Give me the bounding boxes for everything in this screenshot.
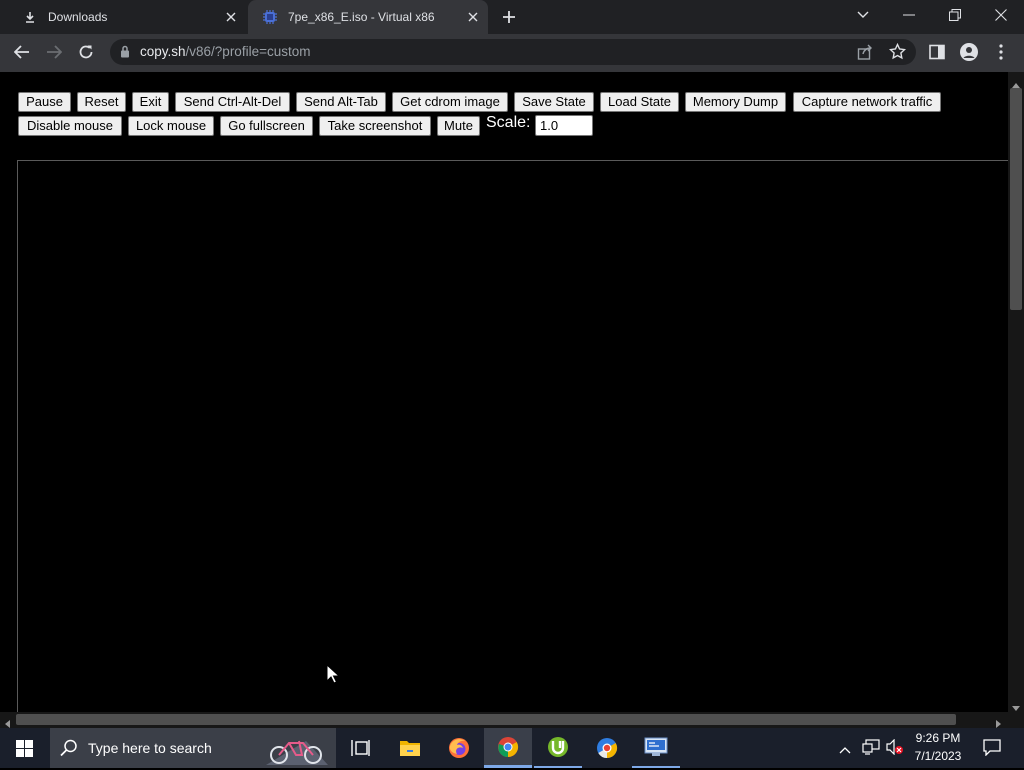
taskbar-chromium-browser[interactable] — [583, 728, 631, 768]
scale-label: Scale: — [486, 114, 531, 131]
notifications-icon[interactable] — [983, 739, 1001, 761]
tab-downloads[interactable]: Downloads — [8, 0, 246, 34]
reset-button[interactable]: Reset — [77, 92, 126, 112]
taskbar-chrome[interactable] — [484, 728, 532, 768]
close-icon — [995, 9, 1007, 21]
start-button[interactable] — [0, 728, 48, 768]
bicycle-search-highlight-icon — [266, 731, 328, 770]
reload-icon — [79, 45, 93, 59]
load-state-button[interactable]: Load State — [600, 92, 679, 112]
profile-avatar-icon[interactable] — [960, 43, 978, 66]
file-explorer-icon — [400, 741, 420, 756]
taskbar-remote-desktop[interactable] — [632, 728, 680, 768]
clock-date[interactable]: 7/1/2023 — [902, 749, 974, 763]
exit-button[interactable]: Exit — [132, 92, 169, 112]
windows-logo-icon — [15, 739, 33, 757]
send-alt-tab-button[interactable]: Send Alt-Tab — [296, 92, 386, 112]
chrome-icon — [498, 736, 519, 757]
emulator-screen[interactable] — [17, 160, 1008, 712]
restore-icon — [949, 9, 961, 21]
plus-icon — [503, 11, 515, 23]
send-ctrl-alt-del-button[interactable]: Send Ctrl-Alt-Del — [175, 92, 290, 112]
search-icon — [60, 739, 78, 762]
back-button[interactable] — [8, 38, 36, 66]
close-tab-icon[interactable] — [464, 8, 482, 26]
capture-network-traffic-button[interactable]: Capture network traffic — [793, 92, 941, 112]
vertical-scroll-thumb[interactable] — [1010, 88, 1022, 310]
clock-time[interactable]: 9:26 PM — [902, 731, 974, 745]
lock-icon[interactable] — [120, 45, 130, 63]
network-icon[interactable] — [862, 739, 880, 760]
side-panel-icon[interactable] — [929, 44, 945, 65]
memory-dump-button[interactable]: Memory Dump — [685, 92, 786, 112]
scroll-up-arrow-icon[interactable] — [1012, 75, 1020, 93]
go-fullscreen-button[interactable]: Go fullscreen — [220, 116, 313, 136]
taskbar-utorrent[interactable] — [534, 728, 582, 768]
close-tab-icon[interactable] — [222, 8, 240, 26]
download-icon — [22, 9, 38, 25]
forward-button[interactable] — [40, 38, 68, 66]
get-cdrom-image-button[interactable]: Get cdrom image — [392, 92, 508, 112]
taskbar-file-explorer[interactable] — [386, 728, 434, 768]
firefox-icon — [449, 738, 469, 758]
utorrent-icon — [548, 737, 568, 757]
search-placeholder: Type here to search — [88, 740, 212, 756]
url-path: /v86/?profile=custom — [185, 44, 311, 59]
v86-favicon — [262, 9, 278, 25]
chevron-down-icon — [857, 11, 869, 18]
bookmark-star-icon[interactable] — [888, 42, 907, 65]
pause-button[interactable]: Pause — [18, 92, 71, 112]
lock-mouse-button[interactable]: Lock mouse — [128, 116, 214, 136]
tab-virtual-x86[interactable]: 7pe_x86_E.iso - Virtual x86 — [248, 0, 488, 34]
close-window-button[interactable] — [978, 0, 1024, 30]
take-screenshot-button[interactable]: Take screenshot — [319, 116, 431, 136]
mute-button[interactable]: Mute — [437, 116, 480, 136]
minimize-icon — [903, 14, 915, 16]
tab-search-button[interactable] — [840, 0, 886, 30]
chromium-browser-icon — [597, 738, 618, 759]
restore-button[interactable] — [932, 0, 978, 30]
kebab-menu-icon[interactable] — [998, 44, 1004, 65]
forward-arrow-icon — [47, 45, 62, 59]
share-icon[interactable] — [857, 44, 873, 65]
minimize-button[interactable] — [886, 0, 932, 30]
disable-mouse-button[interactable]: Disable mouse — [18, 116, 122, 136]
new-tab-button[interactable] — [498, 6, 520, 28]
back-arrow-icon — [14, 45, 29, 59]
remote-desktop-icon — [644, 737, 668, 756]
horizontal-scroll-thumb[interactable] — [16, 714, 956, 725]
tab-title: Downloads — [48, 10, 108, 24]
mouse-cursor-icon — [326, 663, 341, 689]
reload-button[interactable] — [72, 38, 100, 66]
url-host: copy.sh — [140, 44, 186, 59]
scale-input[interactable] — [535, 115, 593, 136]
taskbar-firefox[interactable] — [435, 728, 483, 768]
tab-title: 7pe_x86_E.iso - Virtual x86 — [288, 10, 435, 24]
task-view-button[interactable] — [336, 728, 384, 768]
task-view-icon — [351, 740, 370, 756]
show-hidden-icons-chevron-icon[interactable] — [839, 741, 851, 759]
save-state-button[interactable]: Save State — [514, 92, 594, 112]
url-text[interactable]: copy.sh/v86/?profile=custom — [140, 44, 310, 60]
page-content: Pause Reset Exit Send Ctrl-Alt-Del Send … — [0, 72, 1008, 712]
